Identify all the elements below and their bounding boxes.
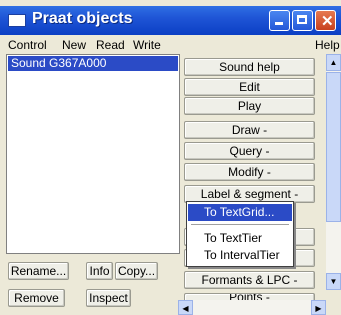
vertical-scrollbar[interactable]: ▲ ▼ (326, 54, 341, 290)
query-button[interactable]: Query - (184, 142, 315, 160)
scroll-down-icon[interactable]: ▼ (326, 273, 341, 290)
menu-separator (191, 224, 289, 225)
scroll-left-icon[interactable]: ◀ (178, 300, 193, 315)
praat-objects-window: Praat objects ✕ Control New Read Write H… (0, 0, 341, 315)
minimize-icon (275, 22, 283, 25)
info-button[interactable]: Info (86, 262, 113, 280)
list-item[interactable]: Sound G367A000 (8, 56, 178, 71)
objects-list[interactable]: Sound G367A000 (6, 54, 180, 254)
close-button[interactable]: ✕ (315, 10, 336, 31)
modify-button[interactable]: Modify - (184, 163, 315, 181)
copy-button[interactable]: Copy... (115, 262, 158, 280)
window-icon (8, 14, 26, 27)
scroll-up-icon[interactable]: ▲ (326, 54, 341, 71)
menu-control[interactable]: Control (8, 38, 47, 52)
remove-button[interactable]: Remove (8, 289, 65, 307)
menu-new[interactable]: New (62, 38, 86, 52)
label-segment-menu: To TextGrid... To TextTier To IntervalTi… (186, 201, 294, 267)
menu-read[interactable]: Read (96, 38, 125, 52)
menu-item-to-texttier[interactable]: To TextTier (188, 230, 292, 247)
maximize-button[interactable] (292, 10, 313, 31)
draw-button[interactable]: Draw - (184, 121, 315, 139)
inspect-button[interactable]: Inspect (86, 289, 131, 307)
menu-help[interactable]: Help (315, 38, 340, 52)
menu-item-to-intervaltier[interactable]: To IntervalTier (188, 247, 292, 264)
horizontal-scrollbar[interactable]: ◀ ▶ (178, 300, 326, 315)
minimize-button[interactable] (269, 10, 290, 31)
menu-bar: Control New Read Write Help (0, 36, 341, 54)
window-title: Praat objects (32, 10, 133, 27)
menu-item-to-textgrid[interactable]: To TextGrid... (188, 204, 292, 221)
scroll-right-icon[interactable]: ▶ (311, 300, 326, 315)
title-bar[interactable]: Praat objects ✕ (0, 6, 341, 35)
edit-button[interactable]: Edit (184, 78, 315, 96)
rename-button[interactable]: Rename... (8, 262, 69, 280)
maximize-icon (297, 15, 307, 24)
play-button[interactable]: Play (184, 97, 315, 115)
close-icon: ✕ (321, 13, 334, 30)
sound-help-button[interactable]: Sound help (184, 58, 315, 76)
menu-write[interactable]: Write (133, 38, 161, 52)
scroll-thumb[interactable] (326, 72, 341, 222)
formants-lpc-button[interactable]: Formants & LPC - (184, 271, 315, 289)
